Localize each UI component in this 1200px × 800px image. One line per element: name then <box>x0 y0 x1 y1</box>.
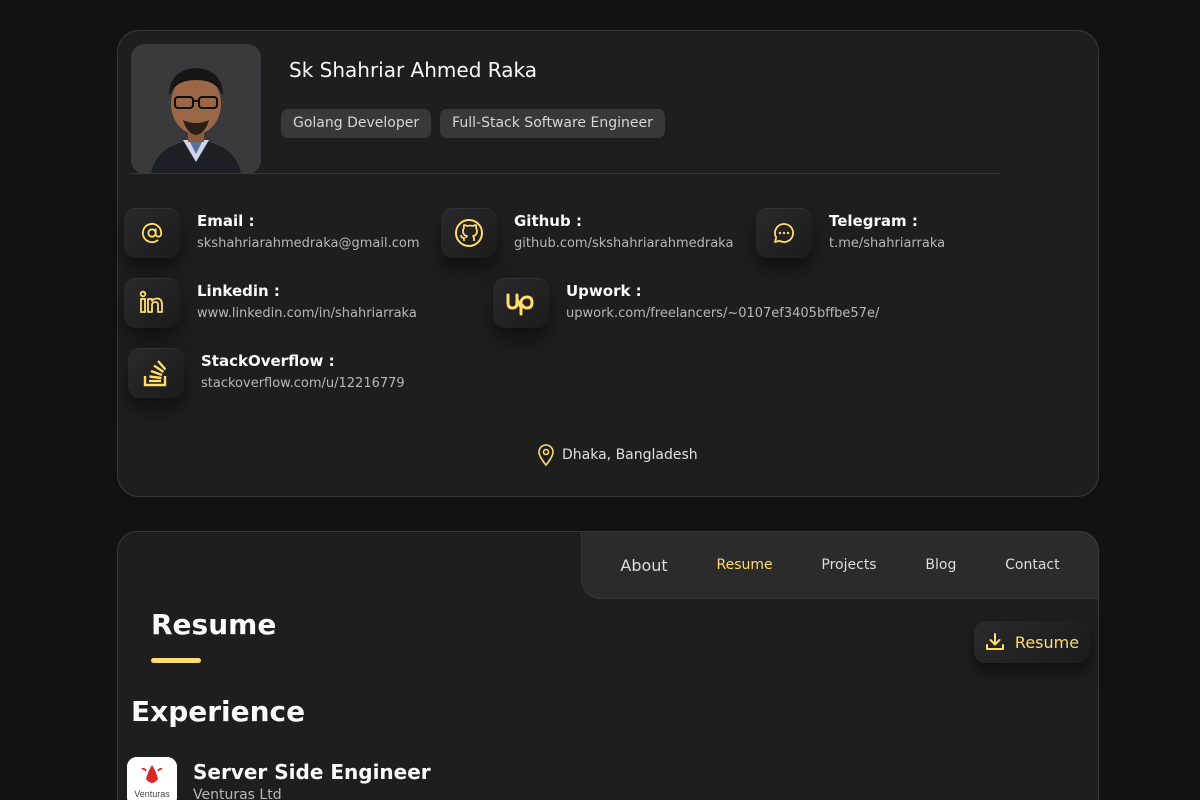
job-title: Server Side Engineer <box>193 760 431 784</box>
linkedin-icon <box>139 290 163 313</box>
upwork-icon <box>506 293 534 316</box>
telegram-icon-box <box>756 208 812 258</box>
email-link[interactable]: skshahriarahmedraka@gmail.com <box>197 233 420 255</box>
map-pin-icon <box>538 444 554 466</box>
download-resume-label: Resume <box>1014 632 1080 652</box>
upwork-icon-box <box>493 278 549 328</box>
location: Dhaka, Bangladesh <box>538 444 698 466</box>
resume-article: About Resume Projects Blog Contact Resum… <box>117 531 1099 800</box>
upwork-link[interactable]: upwork.com/freelancers/~0107ef3405bffbe5… <box>566 303 879 325</box>
contact-upwork: Upwork : upwork.com/freelancers/~0107ef3… <box>493 278 879 328</box>
avatar-photo-icon <box>131 44 261 174</box>
github-icon <box>455 219 483 247</box>
nav-contact[interactable]: Contact <box>1005 557 1059 573</box>
contact-email: Email : skshahriarahmedraka@gmail.com <box>124 208 420 258</box>
chat-icon <box>774 223 794 243</box>
tag-golang: Golang Developer <box>281 109 432 138</box>
experience-heading: Experience <box>131 695 306 728</box>
download-icon <box>985 633 1004 650</box>
telegram-link[interactable]: t.me/shahriarraka <box>829 233 945 255</box>
linkedin-link[interactable]: www.linkedin.com/in/shahriarraka <box>197 303 417 325</box>
email-icon-box <box>124 208 180 258</box>
main-navbar: About Resume Projects Blog Contact <box>581 531 1099 599</box>
location-text: Dhaka, Bangladesh <box>562 447 698 463</box>
tag-fullstack: Full-Stack Software Engineer <box>440 109 665 138</box>
email-label: Email : <box>197 212 255 230</box>
telegram-label: Telegram : <box>829 212 918 230</box>
nav-about[interactable]: About <box>620 556 667 575</box>
linkedin-icon-box <box>124 278 180 328</box>
company-logo-text: Venturas <box>134 789 170 799</box>
github-link[interactable]: github.com/skshahriarahmedraka <box>514 233 733 255</box>
upwork-label: Upwork : <box>566 282 642 300</box>
download-resume-button[interactable]: Resume <box>974 621 1090 663</box>
profile-card: Sk Shahriar Ahmed Raka Golang Developer … <box>117 30 1099 497</box>
stackoverflow-label: StackOverflow : <box>201 352 335 370</box>
stackoverflow-icon-box <box>128 348 184 398</box>
nav-resume[interactable]: Resume <box>716 557 772 573</box>
profile-avatar <box>131 44 261 174</box>
github-label: Github : <box>514 212 582 230</box>
contact-github: Github : github.com/skshahriarahmedraka <box>441 208 733 258</box>
linkedin-label: Linkedin : <box>197 282 280 300</box>
title-underline <box>151 658 201 663</box>
contact-stackoverflow: StackOverflow : stackoverflow.com/u/1221… <box>128 348 405 398</box>
github-icon-box <box>441 208 497 258</box>
job-company: Venturas Ltd <box>193 787 282 800</box>
stackoverflow-icon <box>143 360 167 387</box>
nav-blog[interactable]: Blog <box>925 557 956 573</box>
at-icon <box>141 222 163 244</box>
nav-projects[interactable]: Projects <box>821 557 876 573</box>
profile-name: Sk Shahriar Ahmed Raka <box>289 58 537 82</box>
contact-telegram: Telegram : t.me/shahriarraka <box>756 208 945 258</box>
contact-linkedin: Linkedin : www.linkedin.com/in/shahriarr… <box>124 278 417 328</box>
stackoverflow-link[interactable]: stackoverflow.com/u/12216779 <box>201 373 405 395</box>
profile-divider <box>131 173 1000 174</box>
profile-tags: Golang Developer Full-Stack Software Eng… <box>281 109 665 138</box>
venturas-logo-icon: Venturas <box>127 757 177 800</box>
company-logo: Venturas <box>127 757 177 800</box>
page-title: Resume <box>151 608 277 641</box>
